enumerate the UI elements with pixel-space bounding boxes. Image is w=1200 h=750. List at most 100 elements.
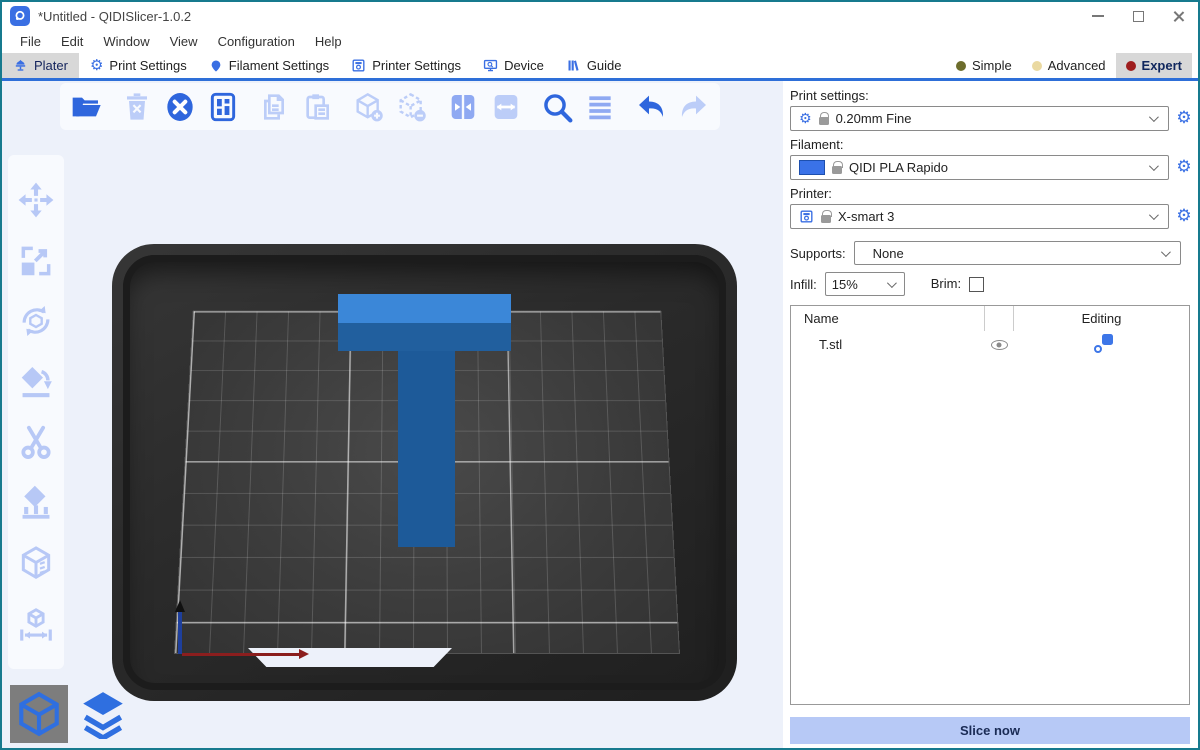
tab-label: Print Settings xyxy=(109,58,186,73)
arrange-button[interactable] xyxy=(204,87,242,127)
chevron-down-icon xyxy=(1161,247,1171,257)
z-axis-arrow xyxy=(178,612,182,654)
tab-filament-settings[interactable]: Filament Settings xyxy=(198,53,340,78)
settings-sidebar: Print settings: ⚙ 0.20mm Fine ⚙ Filament… xyxy=(783,81,1198,748)
paint-supports-button[interactable] xyxy=(15,482,57,524)
copy-button[interactable] xyxy=(255,87,293,127)
rotate-button[interactable] xyxy=(15,300,57,342)
supports-label: Supports: xyxy=(790,246,846,261)
menu-configuration[interactable]: Configuration xyxy=(208,34,305,49)
menu-bar: File Edit Window View Configuration Help xyxy=(2,30,1198,53)
place-on-face-button[interactable] xyxy=(15,361,57,403)
minimize-icon xyxy=(1092,15,1104,17)
expert-dot-icon xyxy=(1126,61,1136,71)
tab-print-settings[interactable]: ⚙ Print Settings xyxy=(79,53,198,78)
chevron-down-icon xyxy=(1149,112,1159,122)
printer-icon xyxy=(799,209,814,224)
infill-label: Infill: xyxy=(790,277,817,292)
object-name: T.stl xyxy=(791,337,984,352)
menu-help[interactable]: Help xyxy=(305,34,352,49)
infill-value: 15% xyxy=(832,277,858,292)
undo-button[interactable] xyxy=(632,87,670,127)
redo-button[interactable] xyxy=(675,87,713,127)
window-title: *Untitled - QIDISlicer-1.0.2 xyxy=(38,9,191,24)
tab-guide[interactable]: Guide xyxy=(555,53,633,78)
menu-file[interactable]: File xyxy=(10,34,51,49)
filament-color-swatch xyxy=(799,160,825,175)
seam-painting-button[interactable] xyxy=(15,542,57,584)
search-button[interactable] xyxy=(538,87,576,127)
minimize-button[interactable] xyxy=(1078,2,1118,30)
menu-view[interactable]: View xyxy=(160,34,208,49)
delete-all-button[interactable] xyxy=(161,87,199,127)
maximize-button[interactable] xyxy=(1118,2,1158,30)
printer-combo[interactable]: X-smart 3 xyxy=(790,204,1169,229)
infill-combo[interactable]: 15% xyxy=(825,272,905,296)
open-folder-button[interactable] xyxy=(67,87,105,127)
menu-window[interactable]: Window xyxy=(93,34,159,49)
preview-layers-view-button[interactable] xyxy=(74,685,132,743)
move-button[interactable] xyxy=(15,179,57,221)
measure-button[interactable] xyxy=(15,603,57,645)
gear-icon: ⚙ xyxy=(799,112,812,126)
menu-edit[interactable]: Edit xyxy=(51,34,93,49)
paste-button[interactable] xyxy=(298,87,336,127)
filament-label: Filament: xyxy=(790,137,1195,152)
device-icon xyxy=(483,58,498,73)
column-name: Name xyxy=(791,311,984,326)
model-t-stl[interactable] xyxy=(338,294,511,547)
split-to-objects-button[interactable] xyxy=(444,87,482,127)
guide-icon xyxy=(566,58,581,73)
lock-icon xyxy=(819,117,829,125)
print-settings-combo[interactable]: ⚙ 0.20mm Fine xyxy=(790,106,1169,131)
lock-icon xyxy=(821,215,831,223)
mode-advanced[interactable]: Advanced xyxy=(1022,53,1116,78)
maximize-icon xyxy=(1133,11,1144,22)
scale-button[interactable] xyxy=(15,240,57,282)
printer-value: X-smart 3 xyxy=(838,209,894,224)
model-front-face xyxy=(338,323,511,351)
variable-layer-height-button[interactable] xyxy=(581,87,619,127)
tab-label: Plater xyxy=(34,58,68,73)
add-instance-button[interactable] xyxy=(349,87,387,127)
filament-combo[interactable]: QIDI PLA Rapido xyxy=(790,155,1169,180)
cut-button[interactable] xyxy=(15,421,57,463)
print-settings-value: 0.20mm Fine xyxy=(836,111,912,126)
view-mode-buttons xyxy=(10,685,132,743)
supports-combo[interactable]: None xyxy=(854,241,1181,265)
tab-label: Filament Settings xyxy=(229,58,329,73)
object-row[interactable]: T.stl xyxy=(791,331,1189,358)
lock-icon xyxy=(832,166,842,174)
tab-bar: Plater ⚙ Print Settings Filament Setting… xyxy=(2,53,1198,81)
mode-expert[interactable]: Expert xyxy=(1116,53,1192,78)
toolbar-left xyxy=(8,155,64,669)
remove-instance-button[interactable] xyxy=(393,87,431,127)
split-to-parts-button[interactable] xyxy=(487,87,525,127)
filament-gear-button[interactable]: ⚙ xyxy=(1173,157,1195,179)
plater-icon xyxy=(13,58,28,73)
printer-icon xyxy=(351,58,366,73)
printer-gear-button[interactable]: ⚙ xyxy=(1173,206,1195,228)
model-stem xyxy=(398,351,455,547)
layers-icon xyxy=(78,689,128,739)
3d-editor-view-button[interactable] xyxy=(10,685,68,743)
slice-now-button[interactable]: Slice now xyxy=(790,717,1190,744)
close-button[interactable] xyxy=(1158,2,1198,30)
column-editing: Editing xyxy=(1014,311,1189,326)
tab-device[interactable]: Device xyxy=(472,53,555,78)
print-settings-label: Print settings: xyxy=(790,88,1195,103)
column-visibility xyxy=(984,306,1014,331)
simple-dot-icon xyxy=(956,61,966,71)
mode-simple[interactable]: Simple xyxy=(946,53,1022,78)
model-top-face xyxy=(338,294,511,323)
visibility-cell[interactable] xyxy=(984,331,1014,358)
viewport-3d[interactable] xyxy=(2,81,783,748)
delete-button[interactable] xyxy=(118,87,156,127)
tab-printer-settings[interactable]: Printer Settings xyxy=(340,53,472,78)
object-list-header: Name Editing xyxy=(791,306,1189,331)
tab-plater[interactable]: Plater xyxy=(2,53,79,78)
bed-handle-notch xyxy=(248,648,452,667)
tab-label: Device xyxy=(504,58,544,73)
brim-checkbox[interactable] xyxy=(969,277,984,292)
print-settings-gear-button[interactable]: ⚙ xyxy=(1173,108,1195,130)
